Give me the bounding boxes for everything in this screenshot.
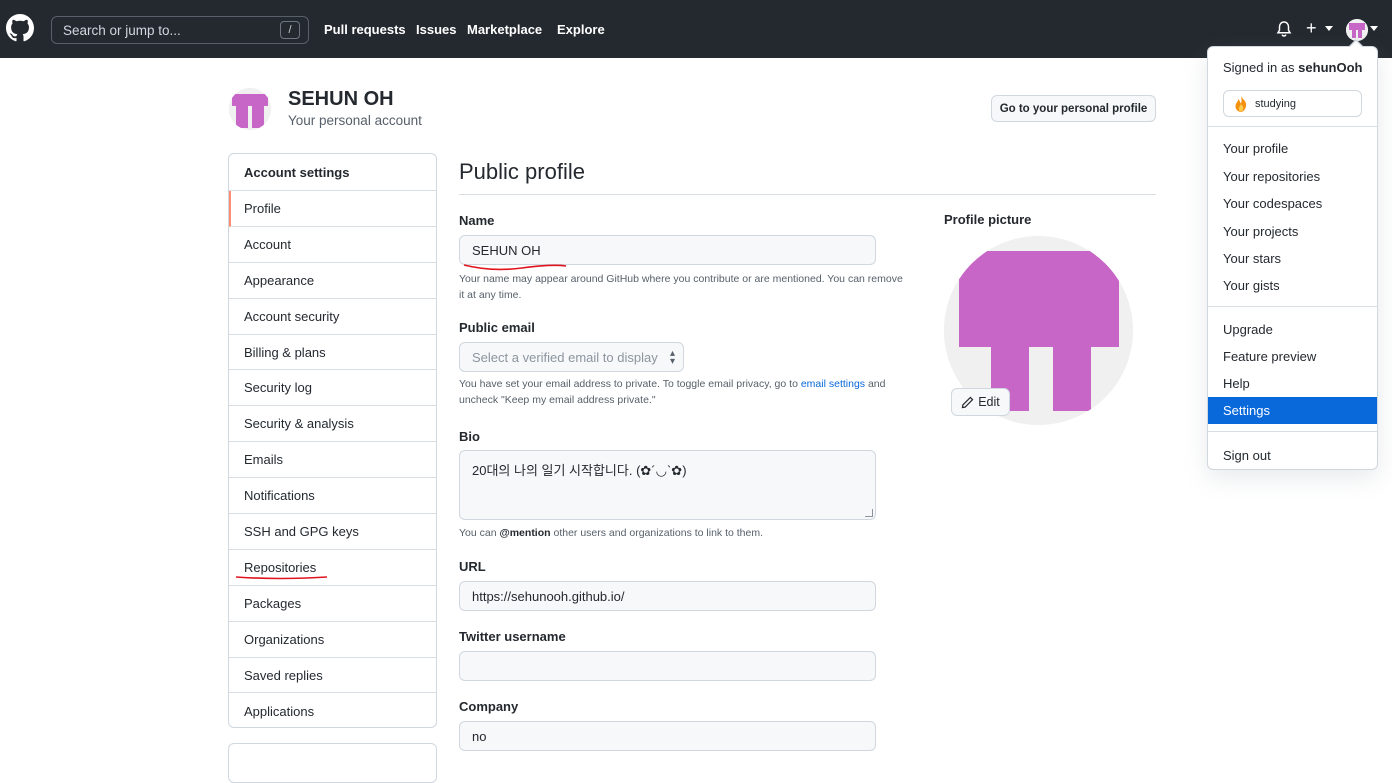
- select-arrows-icon: ▴ ▾: [669, 348, 675, 367]
- edit-picture-button[interactable]: Edit: [951, 388, 1010, 416]
- menu-upgrade[interactable]: Upgrade: [1208, 316, 1377, 343]
- email-settings-link[interactable]: email settings: [801, 378, 865, 390]
- search-shortcut-key: /: [280, 21, 300, 39]
- title-divider: [459, 194, 1156, 195]
- github-logo-icon[interactable]: [6, 14, 34, 42]
- pencil-icon: [961, 396, 974, 408]
- profile-picture-label: Profile picture: [944, 212, 1032, 227]
- plus-icon[interactable]: +: [1306, 18, 1317, 39]
- twitter-label: Twitter username: [459, 629, 566, 644]
- nav-issues[interactable]: Issues: [416, 22, 456, 37]
- annotation-underline-name: [463, 264, 567, 271]
- dropdown-divider: [1208, 126, 1377, 127]
- menu-your-profile[interactable]: Your profile: [1208, 135, 1377, 162]
- dropdown-divider: [1208, 306, 1377, 307]
- name-field[interactable]: SEHUN OH: [459, 235, 876, 265]
- public-email-placeholder: Select a verified email to display: [472, 349, 658, 365]
- signed-in-text: Signed in as sehunOoh: [1223, 60, 1363, 75]
- sidebar-item-saved-replies[interactable]: Saved replies: [229, 658, 436, 694]
- chevron-down-icon[interactable]: [1370, 26, 1378, 31]
- sidebar-item-packages[interactable]: Packages: [229, 586, 436, 622]
- menu-feature-preview[interactable]: Feature preview: [1208, 343, 1377, 370]
- settings-sidebar: Account settings Profile Account Appeara…: [228, 153, 437, 728]
- dropdown-divider: [1208, 431, 1377, 432]
- company-label: Company: [459, 699, 519, 714]
- sidebar-item-security-analysis[interactable]: Security & analysis: [229, 406, 436, 443]
- sidebar-item-account[interactable]: Account: [229, 227, 436, 263]
- search-placeholder: Search or jump to...: [63, 22, 181, 38]
- public-email-select[interactable]: Select a verified email to display ▴ ▾: [459, 342, 684, 372]
- twitter-field[interactable]: [459, 651, 876, 681]
- menu-your-stars[interactable]: Your stars: [1208, 245, 1377, 272]
- company-field[interactable]: no: [459, 721, 876, 751]
- sidebar-item-profile[interactable]: Profile: [229, 191, 436, 227]
- menu-your-codespaces[interactable]: Your codespaces: [1208, 190, 1377, 217]
- company-field-value: no: [472, 728, 487, 744]
- annotation-underline-repositories: [235, 576, 328, 580]
- menu-your-repositories[interactable]: Your repositories: [1208, 163, 1377, 190]
- url-label: URL: [459, 559, 486, 574]
- signed-in-username: sehunOoh: [1298, 60, 1363, 75]
- menu-sign-out[interactable]: Sign out: [1208, 442, 1377, 469]
- sidebar-item-organizations[interactable]: Organizations: [229, 622, 436, 658]
- secondary-sidebar-box: [228, 743, 437, 783]
- sidebar-item-appearance[interactable]: Appearance: [229, 263, 436, 299]
- account-avatar: [229, 88, 271, 130]
- sidebar-item-applications[interactable]: Applications: [229, 693, 436, 727]
- resize-handle-icon[interactable]: [865, 509, 873, 517]
- fire-emoji-icon: [1235, 95, 1247, 112]
- user-dropdown-menu: Signed in as sehunOoh studying Your prof…: [1207, 46, 1378, 470]
- chevron-down-icon[interactable]: [1325, 26, 1333, 31]
- menu-settings[interactable]: Settings: [1208, 397, 1377, 424]
- nav-explore[interactable]: Explore: [557, 22, 605, 37]
- bio-note: You can @mention other users and organiz…: [459, 527, 764, 539]
- account-name: SEHUN OH: [288, 88, 394, 110]
- public-email-label: Public email: [459, 320, 535, 335]
- sidebar-item-notifications[interactable]: Notifications: [229, 478, 436, 515]
- name-label: Name: [459, 213, 495, 228]
- sidebar-item-account-security[interactable]: Account security: [229, 299, 436, 335]
- sidebar-item-security-log[interactable]: Security log: [229, 370, 436, 407]
- top-header: Search or jump to... / Pull requests Iss…: [0, 0, 1392, 58]
- account-subtitle: Your personal account: [288, 113, 422, 128]
- bell-icon[interactable]: [1275, 20, 1293, 38]
- menu-your-projects[interactable]: Your projects: [1208, 218, 1377, 245]
- bio-textarea[interactable]: 20대의 나의 일기 시작합니다. (✿´◡`✿): [459, 450, 876, 520]
- avatar[interactable]: [1346, 19, 1368, 41]
- sidebar-item-emails[interactable]: Emails: [229, 442, 436, 479]
- page-title: Public profile: [459, 159, 585, 184]
- bio-value: 20대의 나의 일기 시작합니다. (✿´◡`✿): [472, 463, 687, 478]
- url-field[interactable]: https://sehunooh.github.io/: [459, 581, 876, 611]
- sidebar-item-billing[interactable]: Billing & plans: [229, 335, 436, 371]
- name-note: Your name may appear around GitHub where…: [459, 273, 903, 301]
- go-to-personal-profile-button[interactable]: Go to your personal profile: [991, 95, 1156, 122]
- sidebar-heading: Account settings: [229, 154, 436, 191]
- edit-label: Edit: [978, 395, 1000, 409]
- nav-marketplace[interactable]: Marketplace: [467, 22, 542, 37]
- menu-help[interactable]: Help: [1208, 370, 1377, 397]
- email-note: You have set your email address to priva…: [459, 378, 886, 406]
- status-button[interactable]: studying: [1223, 90, 1362, 117]
- sidebar-item-ssh-gpg-keys[interactable]: SSH and GPG keys: [229, 514, 436, 550]
- bio-label: Bio: [459, 429, 480, 444]
- nav-pull-requests[interactable]: Pull requests: [324, 22, 406, 37]
- dropdown-caret-inner: [1350, 41, 1362, 47]
- url-field-value: https://sehunooh.github.io/: [472, 588, 625, 604]
- name-field-value: SEHUN OH: [472, 242, 541, 258]
- menu-your-gists[interactable]: Your gists: [1208, 272, 1377, 299]
- search-input[interactable]: Search or jump to... /: [51, 16, 309, 44]
- status-text: studying: [1255, 97, 1296, 110]
